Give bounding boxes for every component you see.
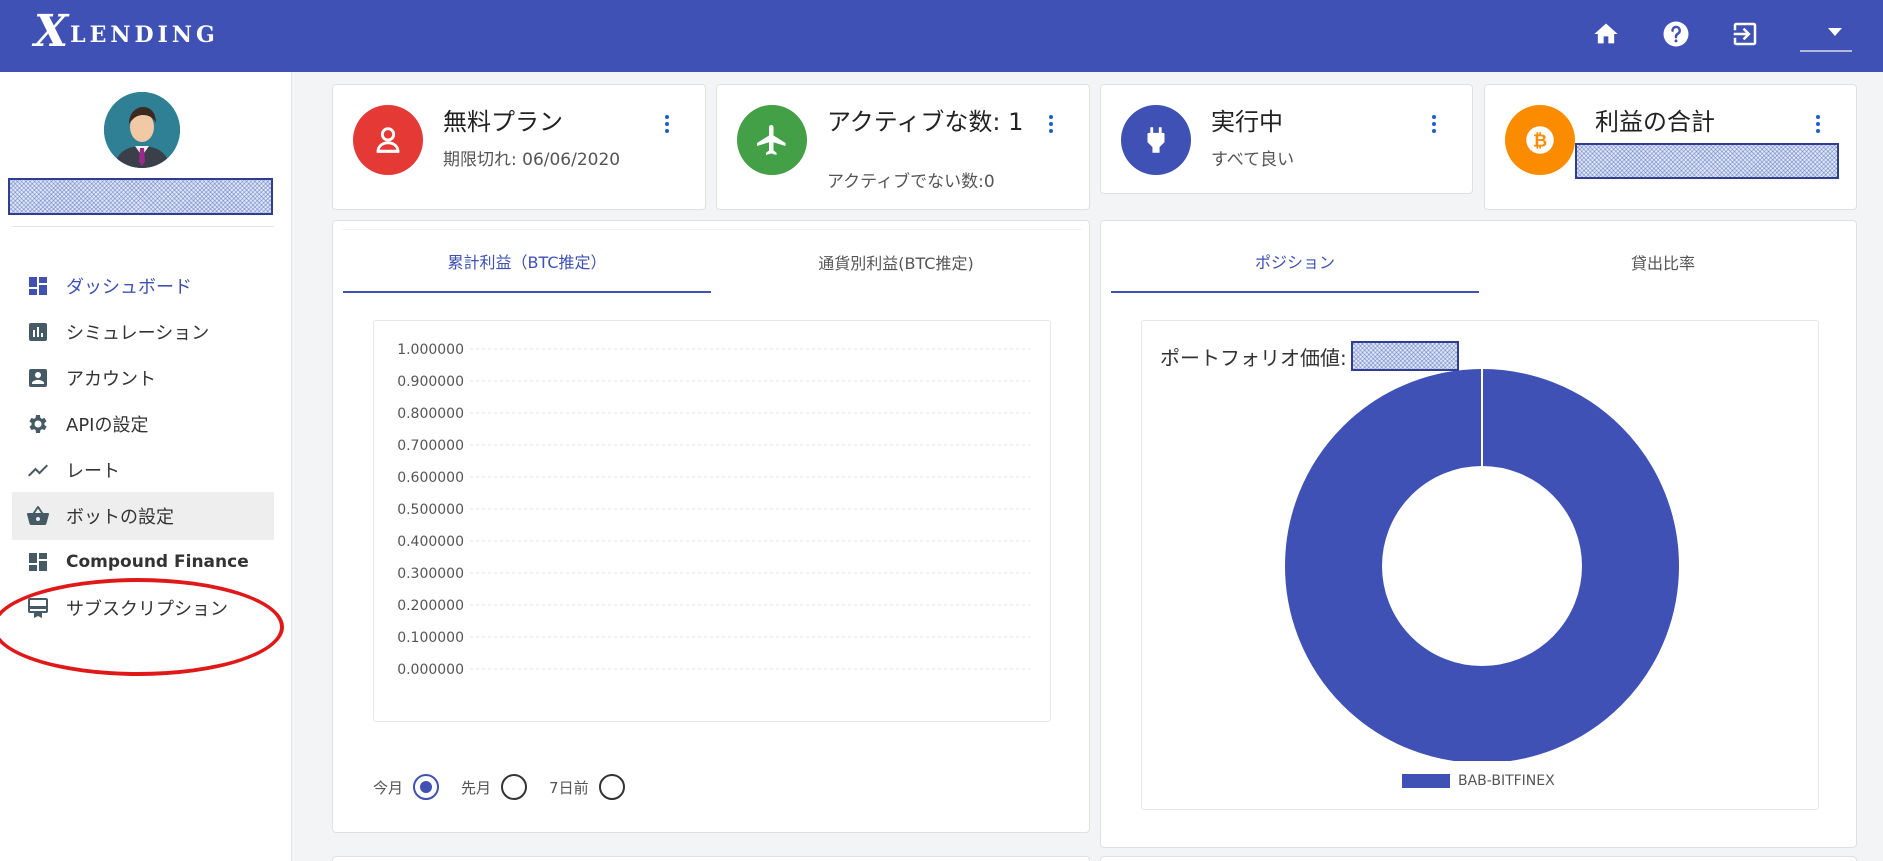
more-vert-icon[interactable] (1816, 115, 1820, 133)
app-logo[interactable]: XLENDING (34, 6, 219, 57)
lower-panel-right (1100, 856, 1857, 861)
sidebar-item-label: APIの設定 (66, 415, 149, 436)
y-tick-label: 0.300000 (397, 566, 464, 582)
line-chart-area: 1.000000 0.900000 0.800000 0.700000 0.600000… (373, 320, 1051, 722)
radio-label: 今月 (373, 778, 404, 797)
more-vert-icon[interactable] (1432, 115, 1436, 133)
y-tick-label: 0.800000 (397, 406, 464, 422)
tab-positions[interactable]: ポジション (1111, 231, 1479, 293)
profit-chart-panel: 累計利益（BTC推定） 通貨別利益(BTC推定) 1.000000 0.90000… (332, 220, 1090, 833)
sidebar-item-api-settings[interactable]: APIの設定 (12, 400, 274, 448)
sidebar-item-simulation[interactable]: シミュレーション (12, 308, 274, 356)
bitcoin-icon: ₿ (1505, 105, 1575, 175)
sidebar-item-account[interactable]: アカウント (12, 354, 274, 402)
donut-chart (1285, 369, 1679, 761)
legend-label: BAB-BITFINEX (1458, 773, 1555, 789)
stat-card-active-count: アクティブな数: 1 アクティブでない数:0 (716, 84, 1090, 210)
sidebar-item-label: ダッシュボード (66, 277, 192, 298)
gear-icon (24, 410, 52, 438)
radio-7-days[interactable] (598, 774, 625, 800)
sidebar-item-label: Compound Finance (66, 552, 249, 572)
user-menu-dropdown[interactable] (1800, 20, 1852, 52)
user-icon (353, 105, 423, 175)
basket-icon (24, 502, 52, 530)
divider (343, 229, 1081, 230)
sidebar-item-rates[interactable]: レート (12, 446, 274, 494)
legend-swatch (1402, 774, 1450, 788)
card-subtitle: アクティブでない数:0 (827, 172, 995, 192)
sidebar-item-dashboard[interactable]: ダッシュボード (12, 262, 274, 310)
stat-card-plan: 無料プラン 期限切れ: 06/06/2020 (332, 84, 706, 210)
line-chart: 1.000000 0.900000 0.800000 0.700000 0.600000… (397, 342, 1030, 678)
bar-chart-icon (24, 318, 52, 346)
sidebar-item-bot-settings[interactable]: ボットの設定 (12, 492, 274, 540)
radio-label: 先月 (461, 778, 492, 797)
tab-lending-ratio[interactable]: 貸出比率 (1479, 231, 1847, 293)
caret-down-icon (1828, 28, 1842, 36)
y-tick-label: 0.200000 (397, 598, 464, 614)
sidebar: ダッシュボード シミュレーション アカウント APIの設定 レート ボットの設定 (0, 72, 292, 861)
avatar[interactable] (104, 92, 180, 168)
y-tick-label: 0.100000 (397, 630, 464, 646)
divider (12, 226, 274, 227)
stat-card-total-profit: ₿ 利益の合計 (1484, 84, 1857, 210)
help-icon[interactable] (1658, 16, 1694, 52)
donut-chart-area: ポートフォリオ価値: BAB-BITFINEX (1141, 320, 1819, 810)
sidebar-item-label: ボットの設定 (66, 507, 174, 528)
logo-text: LENDING (70, 22, 219, 48)
account-box-icon (24, 364, 52, 392)
card-title: 実行中 (1211, 108, 1283, 136)
sidebar-item-label: レート (66, 461, 120, 482)
y-tick-label: 1.000000 (397, 342, 464, 358)
chart-legend: BAB-BITFINEX (1402, 773, 1555, 789)
sidebar-item-label: アカウント (66, 369, 156, 390)
positions-panel: ポジション 貸出比率 ポートフォリオ価値: BAB-BITFINEX (1100, 220, 1857, 848)
airplane-icon (737, 105, 807, 175)
power-plug-icon (1121, 105, 1191, 175)
card-subtitle: 期限切れ: 06/06/2020 (443, 150, 621, 170)
dashboard-icon (24, 548, 52, 576)
y-tick-label: 0.400000 (397, 534, 464, 550)
more-vert-icon[interactable] (665, 115, 669, 133)
card-title: 利益の合計 (1595, 108, 1715, 136)
radio-label: 7日前 (549, 778, 589, 797)
trending-up-icon (24, 456, 52, 484)
tab-cumulative-profit[interactable]: 累計利益（BTC推定） (343, 231, 711, 293)
y-tick-label: 0.000000 (397, 662, 464, 678)
y-tick-label: 0.700000 (397, 438, 464, 454)
logo-letter: X (34, 6, 71, 57)
highlight-annotation (0, 578, 284, 676)
lower-panel-left (332, 856, 1090, 861)
y-tick-label: 0.900000 (397, 374, 464, 390)
y-tick-label: 0.600000 (397, 470, 464, 486)
sidebar-item-label: シミュレーション (66, 323, 210, 344)
card-title: 無料プラン (443, 108, 563, 136)
tab-profit-by-currency[interactable]: 通貨別利益(BTC推定) (711, 231, 1081, 293)
card-subtitle: すべて良い (1211, 150, 1295, 170)
y-tick-label: 0.500000 (397, 502, 464, 518)
dashboard-icon (24, 272, 52, 300)
radio-last-month[interactable] (501, 774, 528, 800)
top-app-bar: XLENDING (0, 0, 1883, 72)
card-title: アクティブな数: 1 (827, 108, 1024, 136)
period-radio-group: 今月 先月 7日前 (373, 774, 647, 800)
radio-this-month[interactable] (413, 774, 440, 800)
svg-text:₿: ₿ (1533, 131, 1547, 151)
stat-card-running: 実行中 すべて良い (1100, 84, 1473, 194)
home-icon[interactable] (1588, 16, 1624, 52)
more-vert-icon[interactable] (1049, 115, 1053, 133)
username-redacted (8, 178, 273, 215)
logout-icon[interactable] (1727, 16, 1763, 52)
profit-value-redacted (1575, 143, 1839, 179)
